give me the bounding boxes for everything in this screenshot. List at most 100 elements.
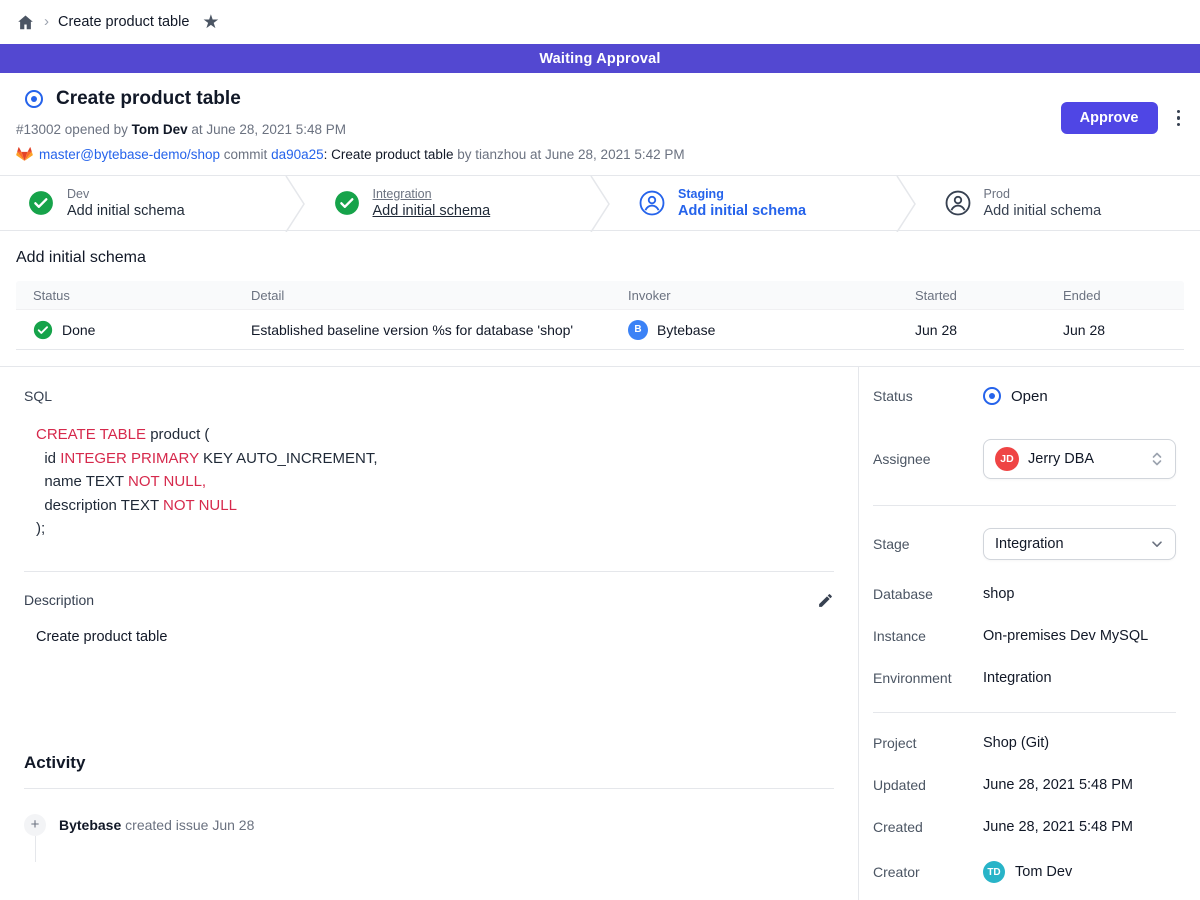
pipeline-stages: Dev Add initial schema Integration Add i…: [0, 175, 1200, 231]
creator-avatar: TD: [983, 861, 1005, 883]
updated-label: Updated: [873, 777, 983, 793]
stage-env-label: Integration: [373, 187, 491, 201]
activity-actor: Bytebase: [59, 817, 121, 833]
issue-sidebar: Status Open Assignee JD Jerry DBA Stage …: [858, 367, 1200, 900]
stage-task-label: Add initial schema: [373, 203, 491, 219]
check-circle-icon: [33, 320, 53, 340]
status-open-icon: [983, 387, 1001, 405]
stage-staging[interactable]: Staging Add initial schema: [611, 176, 895, 230]
more-options-icon[interactable]: [1173, 106, 1185, 131]
task-table-header: Status Detail Invoker Started Ended: [16, 281, 1184, 309]
stage-integration[interactable]: Integration Add initial schema: [306, 176, 590, 230]
activity-action: created issue: [121, 817, 212, 833]
divider: [24, 788, 834, 789]
check-circle-icon: [28, 190, 54, 216]
commit-byline: by tianzhou at June 28, 2021 5:42 PM: [453, 147, 684, 162]
page-title: Create product table: [56, 88, 241, 110]
branch-repo-link[interactable]: master@bytebase-demo/shop: [39, 147, 220, 162]
col-invoker: Invoker: [611, 288, 898, 303]
stage-env-label: Dev: [67, 187, 185, 201]
description-label: Description: [24, 592, 94, 608]
creator-label: Creator: [873, 864, 983, 880]
assignee-select[interactable]: JD Jerry DBA: [983, 439, 1176, 479]
approval-banner-text: Waiting Approval: [539, 51, 660, 67]
col-ended: Ended: [1046, 288, 1184, 303]
stage-dev[interactable]: Dev Add initial schema: [0, 176, 284, 230]
stage-separator: [589, 176, 611, 230]
breadcrumb: › Create product table ★: [0, 0, 1200, 44]
task-invoker: Bytebase: [657, 322, 715, 338]
stage-separator: [284, 176, 306, 230]
breadcrumb-title: Create product table: [58, 14, 189, 30]
user-circle-icon: [945, 190, 971, 216]
environment-value: Integration: [983, 670, 1052, 686]
gitlab-icon: [16, 146, 33, 162]
stage-task-label: Add initial schema: [67, 203, 185, 219]
divider: [873, 712, 1176, 713]
home-icon[interactable]: [16, 13, 35, 32]
description-text: Create product table: [36, 629, 834, 645]
col-status: Status: [16, 288, 234, 303]
divider: [873, 505, 1176, 506]
task-detail: Established baseline version %s for data…: [251, 322, 573, 338]
status-label: Status: [873, 388, 983, 404]
environment-label: Environment: [873, 670, 983, 686]
sql-code: CREATE TABLE product ( id INTEGER PRIMAR…: [36, 423, 834, 541]
stage-task-label: Add initial schema: [984, 203, 1102, 219]
activity-section: Activity + Bytebase created issue Jun 28: [24, 753, 834, 862]
issue-id-text: #13002 opened by: [16, 122, 132, 137]
stage-label: Stage: [873, 536, 983, 552]
commit-info: master@bytebase-demo/shop commit da90a25…: [16, 146, 1184, 162]
stage-value: Integration: [995, 536, 1064, 552]
timeline-line: [35, 836, 36, 862]
status-value: Open: [1011, 388, 1048, 405]
database-label: Database: [873, 586, 983, 602]
commit-word: commit: [220, 147, 271, 162]
issue-open-time: at June 28, 2021 5:48 PM: [188, 122, 346, 137]
activity-date: Jun 28: [212, 817, 254, 833]
created-label: Created: [873, 819, 983, 835]
updated-value: June 28, 2021 5:48 PM: [983, 777, 1133, 793]
sql-label: SQL: [24, 388, 834, 404]
commit-message: : Create product table: [324, 147, 454, 162]
issue-author: Tom Dev: [132, 122, 188, 137]
stage-env-label: Staging: [678, 187, 806, 201]
stage-select[interactable]: Integration: [983, 528, 1176, 560]
task-heading: Add initial schema: [16, 249, 1184, 267]
col-detail: Detail: [234, 288, 611, 303]
user-circle-icon: [639, 190, 665, 216]
list-item: + Bytebase created issue Jun 28: [24, 814, 834, 836]
creator-value: Tom Dev: [1015, 864, 1072, 880]
instance-value: On-premises Dev MySQL: [983, 628, 1148, 644]
project-label: Project: [873, 735, 983, 751]
project-value: Shop (Git): [983, 735, 1049, 751]
approve-button[interactable]: Approve: [1061, 102, 1158, 134]
bookmark-star-icon[interactable]: ★: [202, 13, 219, 32]
issue-detail-panel: SQL CREATE TABLE product ( id INTEGER PR…: [0, 367, 858, 900]
edit-pencil-icon[interactable]: [817, 592, 834, 609]
approval-banner: Waiting Approval: [0, 44, 1200, 73]
issue-open-icon: [25, 90, 43, 108]
stage-prod[interactable]: Prod Add initial schema: [917, 176, 1200, 230]
commit-hash-link[interactable]: da90a25: [271, 147, 324, 162]
chevron-up-down-icon: [1150, 451, 1164, 467]
task-section: Add initial schema Status Detail Invoker…: [0, 231, 1200, 350]
task-started: Jun 28: [915, 322, 957, 338]
table-row: Done Established baseline version %s for…: [16, 309, 1184, 350]
commit-text: master@bytebase-demo/shop commit da90a25…: [39, 147, 685, 162]
assignee-avatar: JD: [995, 447, 1019, 471]
created-value: June 28, 2021 5:48 PM: [983, 819, 1133, 835]
activity-heading: Activity: [24, 753, 834, 773]
task-ended: Jun 28: [1063, 322, 1105, 338]
instance-label: Instance: [873, 628, 983, 644]
task-status: Done: [62, 322, 95, 338]
assignee-label: Assignee: [873, 451, 983, 467]
stage-task-label: Add initial schema: [678, 203, 806, 219]
database-value: shop: [983, 586, 1014, 602]
stage-separator: [895, 176, 917, 230]
chevron-down-icon: [1150, 537, 1164, 551]
assignee-value: Jerry DBA: [1028, 451, 1094, 467]
check-circle-icon: [334, 190, 360, 216]
divider: [24, 571, 834, 572]
plus-icon: +: [24, 814, 46, 836]
